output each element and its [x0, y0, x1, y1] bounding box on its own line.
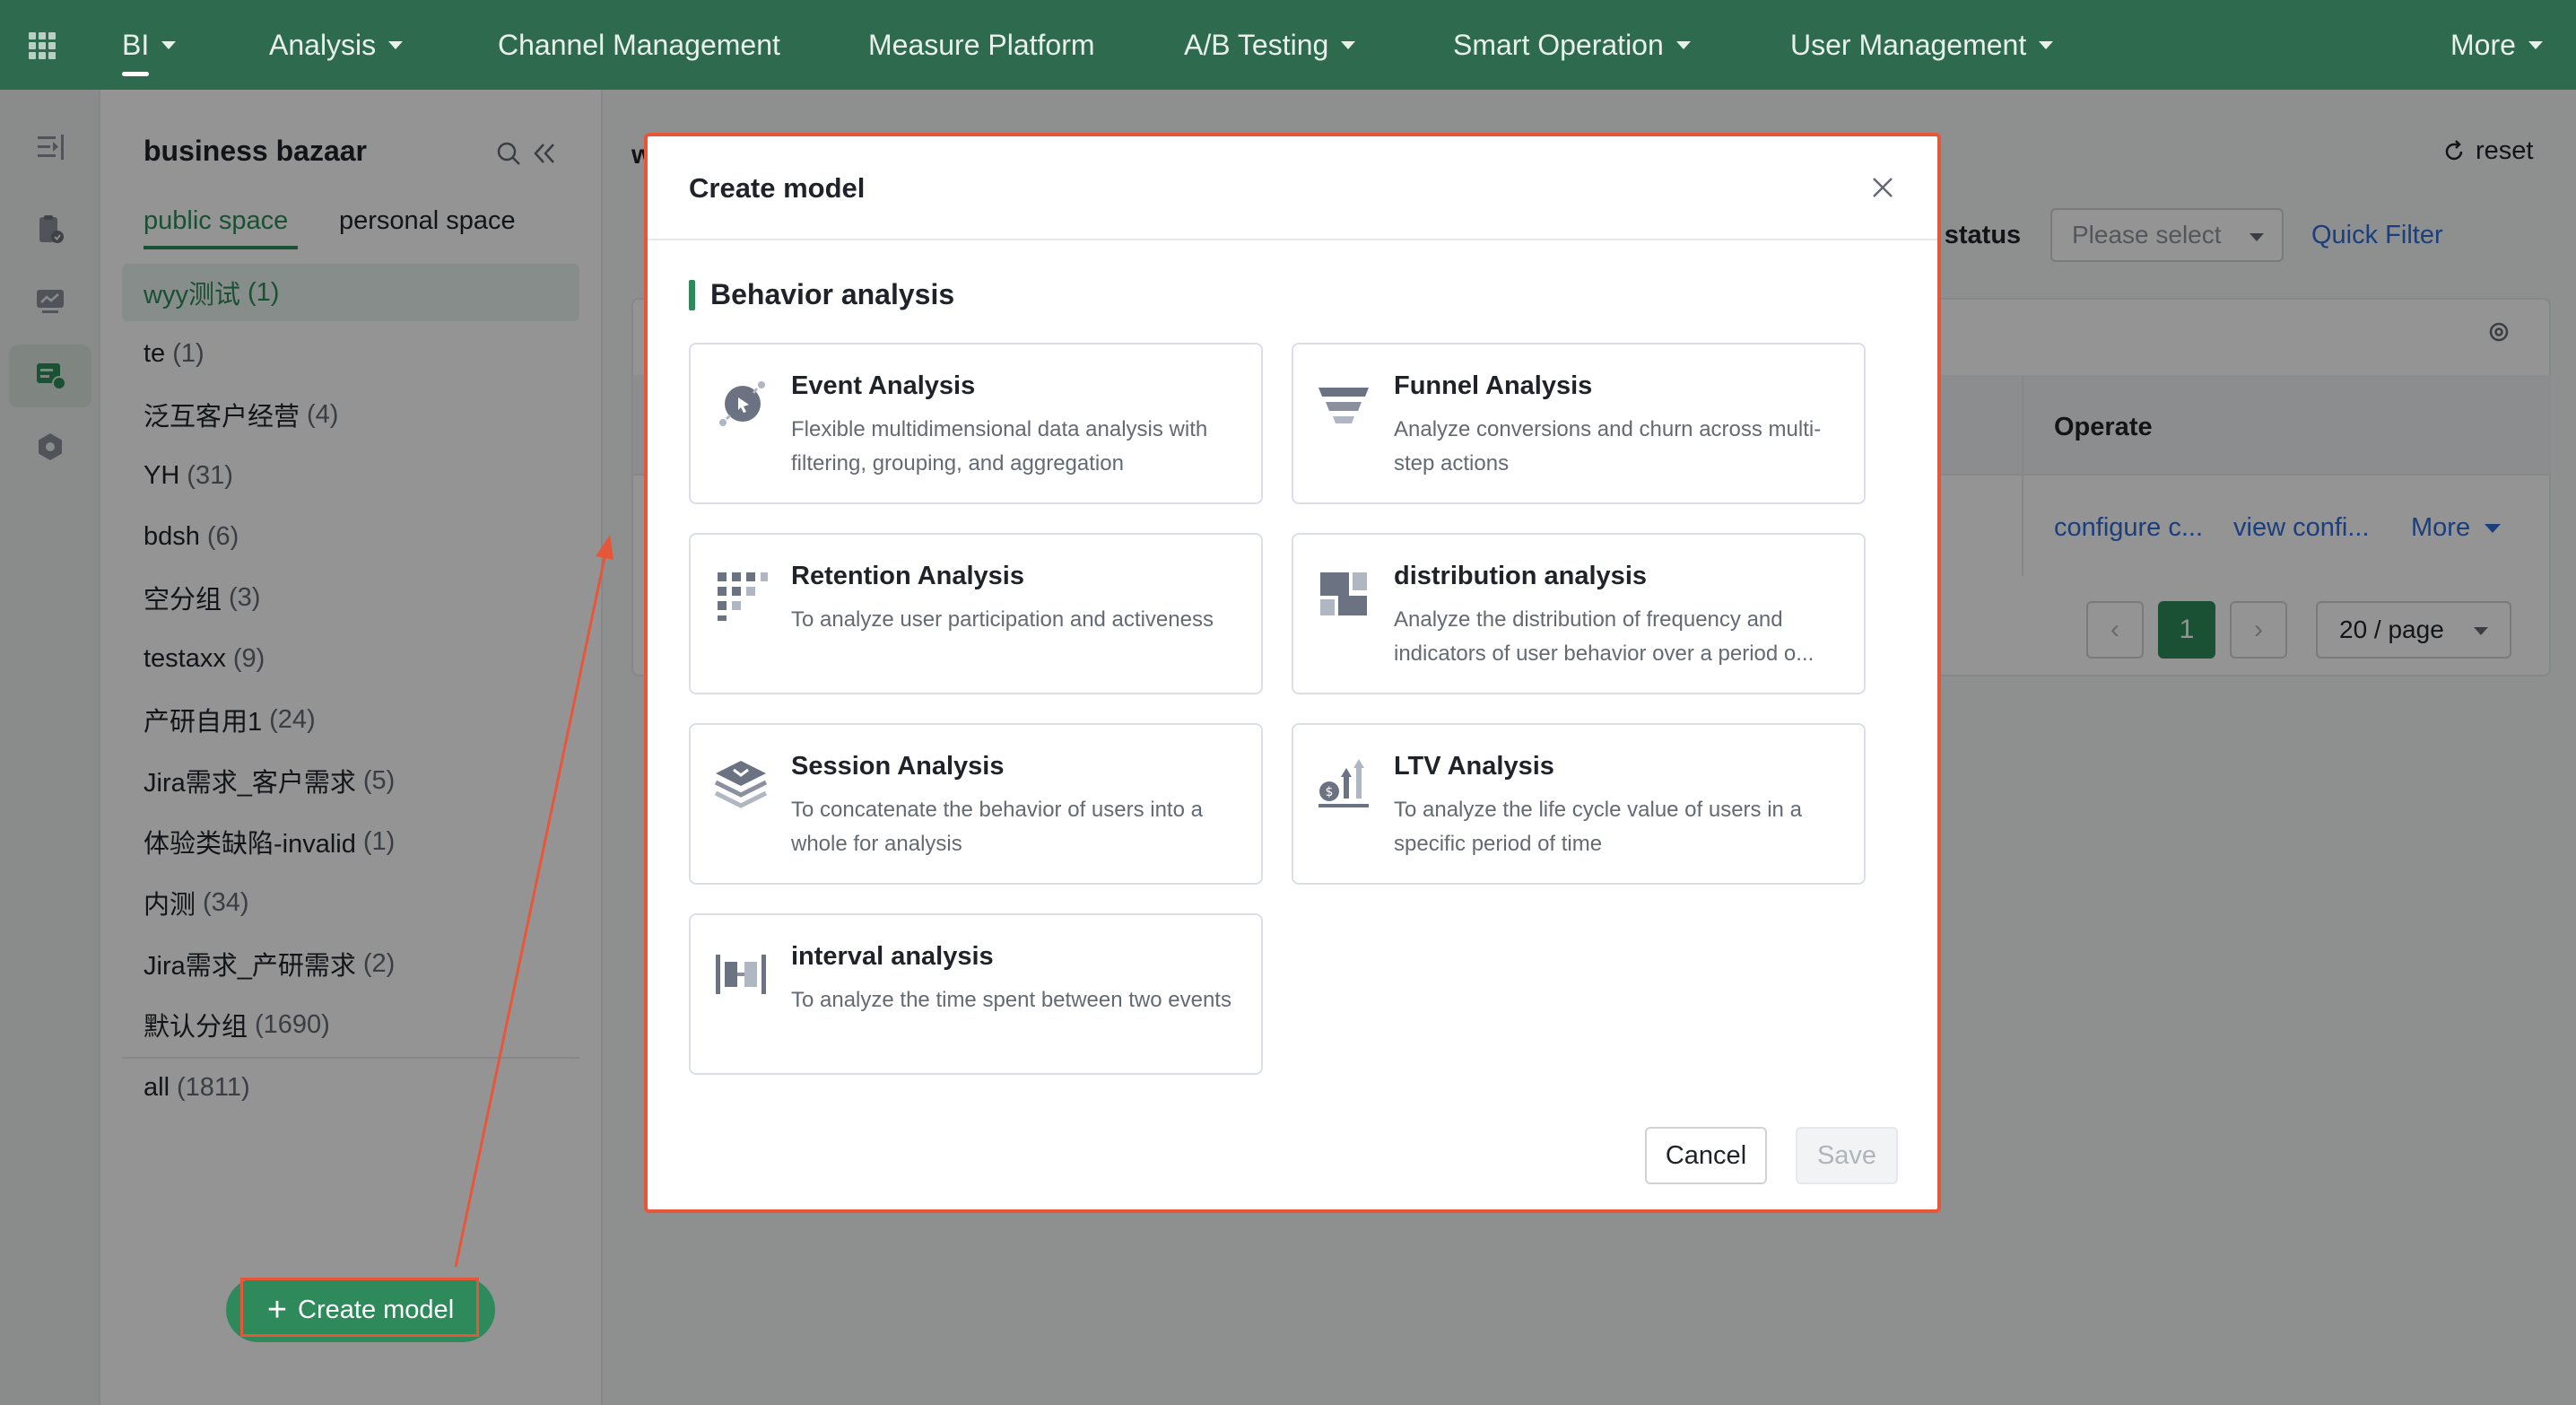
card-description: Analyze the distribution of frequency an… [1394, 607, 1815, 666]
create-model-dialog: Create model Behavior analysis Event Ana… [644, 133, 1941, 1213]
card-description: Flexible multidimensional data analysis … [791, 417, 1208, 476]
funnel-analysis-card[interactable]: Funnel Analysis Analyze conversions and … [1292, 343, 1866, 504]
nav-label: Channel Management [498, 28, 780, 61]
create-model-highlight-box [240, 1278, 479, 1337]
session-icon [714, 761, 768, 808]
card-title: LTV Analysis [1394, 752, 1554, 781]
card-title: interval analysis [791, 942, 994, 971]
caret-down-icon [2039, 40, 2054, 49]
nav-label: Analysis [269, 28, 377, 61]
nav-item-analysis[interactable]: Analysis [269, 0, 404, 90]
caret-down-icon [2528, 40, 2543, 49]
distribution-icon [1320, 572, 1367, 615]
funnel-icon [1318, 388, 1369, 423]
event-analysis-card[interactable]: Event Analysis Flexible multidimensional… [689, 343, 1263, 504]
nav-item-measure-platform[interactable]: Measure Platform [868, 0, 1095, 90]
nav-item-bi[interactable]: BI [122, 0, 177, 90]
section-accent-bar [689, 280, 695, 310]
apps-grid-icon[interactable] [29, 32, 56, 59]
event-analysis-icon [719, 381, 765, 426]
section-title: Behavior analysis [710, 278, 955, 310]
ltv-icon: $ [1318, 759, 1369, 807]
card-title: distribution analysis [1394, 562, 1647, 590]
caret-down-icon [388, 40, 404, 49]
nav-item-smart-operation[interactable]: Smart Operation [1453, 0, 1691, 90]
card-description: Analyze conversions and churn across mul… [1394, 417, 1822, 476]
nav-active-indicator [122, 72, 149, 76]
top-navigation-bar: BI Analysis Channel Management Measure P… [0, 0, 2576, 90]
nav-item-more[interactable]: More [2450, 0, 2543, 90]
distribution-analysis-card[interactable]: distribution analysis Analyze the distri… [1292, 533, 1866, 694]
nav-item-user-management[interactable]: User Management [1790, 0, 2054, 90]
nav-label: More [2450, 28, 2516, 61]
modal-header: Create model [648, 136, 1937, 240]
nav-item-ab-testing[interactable]: A/B Testing [1184, 0, 1356, 90]
cancel-button[interactable]: Cancel [1645, 1127, 1767, 1184]
nav-label: BI [122, 28, 150, 61]
card-title: Retention Analysis [791, 562, 1024, 590]
card-description: To analyze the life cycle value of users… [1394, 798, 1802, 856]
caret-down-icon [161, 40, 177, 49]
svg-text:$: $ [1326, 785, 1334, 799]
nav-item-channel-management[interactable]: Channel Management [498, 0, 780, 90]
modal-title: Create model [689, 172, 866, 204]
interval-analysis-card[interactable]: interval analysis To analyze the time sp… [689, 913, 1263, 1075]
card-title: Event Analysis [791, 371, 976, 400]
card-title: Funnel Analysis [1394, 371, 1593, 400]
close-icon[interactable] [1869, 174, 1896, 201]
session-analysis-card[interactable]: Session Analysis To concatenate the beha… [689, 723, 1263, 885]
retention-icon [718, 572, 768, 621]
nav-label: A/B Testing [1184, 28, 1329, 61]
caret-down-icon [1675, 40, 1691, 49]
nav-label: Measure Platform [868, 28, 1095, 61]
card-description: To analyze user participation and active… [791, 607, 1214, 632]
retention-analysis-card[interactable]: Retention Analysis To analyze user parti… [689, 533, 1263, 694]
nav-label: Smart Operation [1453, 28, 1664, 61]
interval-icon [716, 955, 766, 994]
caret-down-icon [1341, 40, 1356, 49]
ltv-analysis-card[interactable]: $ LTV Analysis To analyze the life cycle… [1292, 723, 1866, 885]
nav-label: User Management [1790, 28, 2027, 61]
save-button[interactable]: Save [1796, 1127, 1898, 1184]
card-description: To analyze the time spent between two ev… [791, 988, 1231, 1012]
card-title: Session Analysis [791, 752, 1005, 781]
card-description: To concatenate the behavior of users int… [791, 798, 1203, 856]
